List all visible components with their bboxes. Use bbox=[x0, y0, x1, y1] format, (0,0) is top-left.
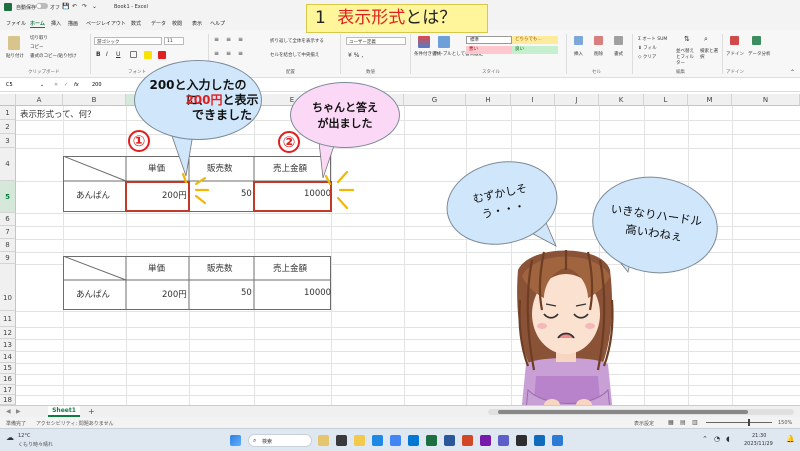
start-button-icon[interactable] bbox=[230, 435, 241, 446]
volume-icon[interactable]: ◖ bbox=[726, 435, 730, 443]
file-explorer-icon[interactable] bbox=[354, 435, 365, 446]
sheet-next-icon[interactable]: ▶ bbox=[16, 408, 21, 415]
add-sheet-button[interactable]: + bbox=[88, 407, 95, 416]
zoom-level[interactable]: 150% bbox=[778, 420, 792, 426]
callout-bubble-2: ちゃんと答えが出ました bbox=[290, 82, 400, 148]
sheet-prev-icon[interactable]: ◀ bbox=[6, 408, 11, 415]
zoom-slider-thumb[interactable] bbox=[748, 419, 750, 426]
weather-icon[interactable]: ☁ bbox=[6, 433, 14, 442]
page-break-view-icon[interactable]: ▥ bbox=[692, 419, 698, 426]
store-taskbar-icon[interactable] bbox=[534, 435, 545, 446]
weather-temp: 12°C bbox=[18, 433, 31, 439]
photos-taskbar-icon[interactable] bbox=[516, 435, 527, 446]
status-ready: 準備完了 bbox=[6, 421, 27, 427]
teams-taskbar-icon[interactable] bbox=[498, 435, 509, 446]
weather-text: くもり時々晴れ bbox=[18, 442, 54, 448]
tray-chevron-icon[interactable]: ⌃ bbox=[702, 435, 708, 443]
notification-bell-icon[interactable]: 🔔 bbox=[786, 435, 795, 443]
callout-1-text-red: 200円 bbox=[185, 93, 223, 107]
taskbar-time[interactable]: 21:30 bbox=[752, 433, 766, 439]
thinking-woman-illustration bbox=[517, 250, 614, 424]
callout-bubble-1: 200と入力したのに、 200円と表示できました bbox=[134, 60, 262, 140]
display-settings-button[interactable]: 表示設定 bbox=[634, 420, 654, 427]
excel-window: 自動保存 オフ 💾 ↶ ↷ ⌄ Book1 - Excel ファイル ホーム 挿… bbox=[0, 0, 800, 451]
status-bar: 準備完了 アクセシビリティ: 問題ありません 表示設定 ▦ ▤ ▥ 150% bbox=[0, 417, 800, 428]
edge-browser-icon[interactable] bbox=[372, 435, 383, 446]
normal-view-icon[interactable]: ▦ bbox=[668, 419, 674, 426]
horizontal-scroll-thumb[interactable] bbox=[498, 410, 748, 414]
outlook-icon[interactable] bbox=[408, 435, 419, 446]
task-view-icon[interactable] bbox=[336, 435, 347, 446]
widgets-icon[interactable] bbox=[318, 435, 329, 446]
vscode-taskbar-icon[interactable] bbox=[552, 435, 563, 446]
sheet-tab-sheet1[interactable]: Sheet1 bbox=[48, 406, 80, 417]
windows-taskbar: ☁ 12°C くもり時々晴れ ⌕ 検索 ⌃ ◔ ◖ 21:30 2023/11/… bbox=[0, 428, 800, 451]
taskbar-search-box[interactable]: ⌕ 検索 bbox=[248, 434, 312, 447]
page-layout-view-icon[interactable]: ▤ bbox=[680, 419, 686, 426]
taskbar-search-icon: ⌕ bbox=[253, 437, 257, 444]
marker-2: ② bbox=[278, 131, 300, 153]
chrome-browser-icon[interactable] bbox=[390, 435, 401, 446]
excel-taskbar-icon[interactable] bbox=[426, 435, 437, 446]
taskbar-search-label: 検索 bbox=[262, 439, 273, 445]
word-taskbar-icon[interactable] bbox=[444, 435, 455, 446]
horizontal-scrollbar[interactable] bbox=[488, 409, 794, 415]
sheet-tab-bar: ◀ ▶ Sheet1 + bbox=[0, 405, 800, 417]
taskbar-date[interactable]: 2023/11/29 bbox=[744, 441, 773, 447]
powerpoint-taskbar-icon[interactable] bbox=[462, 435, 473, 446]
wifi-icon[interactable]: ◔ bbox=[714, 435, 720, 443]
zoom-slider[interactable] bbox=[706, 422, 772, 423]
marker-1: ① bbox=[128, 130, 150, 152]
accessibility-status[interactable]: アクセシビリティ: 問題ありません bbox=[36, 420, 114, 427]
onenote-taskbar-icon[interactable] bbox=[480, 435, 491, 446]
